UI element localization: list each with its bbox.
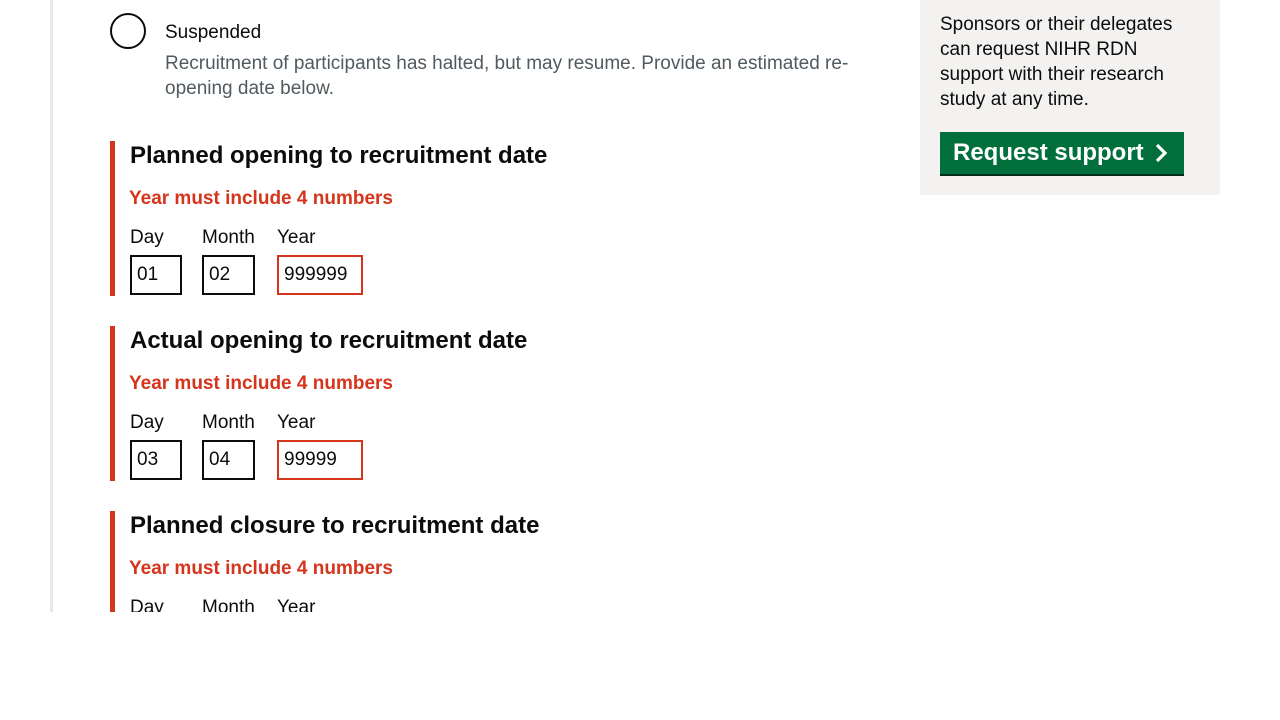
planned-opening-year-input[interactable] bbox=[277, 255, 363, 295]
main-content: Suspended Recruitment of participants ha… bbox=[110, 0, 870, 612]
chevron-right-icon bbox=[1155, 144, 1167, 162]
actual-opening-year-item: Year bbox=[277, 412, 363, 480]
left-border-rule bbox=[50, 0, 53, 612]
actual-opening-date-legend: Actual opening to recruitment date bbox=[130, 327, 528, 354]
support-sidebar: Sponsors or their delegates can request … bbox=[920, 0, 1220, 195]
actual-opening-month-item: Month bbox=[202, 412, 255, 480]
page: Suspended Recruitment of participants ha… bbox=[0, 0, 1280, 720]
planned-closure-month-label: Month bbox=[202, 597, 255, 612]
actual-opening-day-item: Day bbox=[130, 412, 182, 480]
planned-opening-day-item: Day bbox=[130, 227, 182, 295]
actual-opening-month-input[interactable] bbox=[202, 440, 255, 480]
planned-opening-year-item: Year bbox=[277, 227, 363, 295]
actual-opening-year-input[interactable] bbox=[277, 440, 363, 480]
actual-opening-date-error: Year must include 4 numbers bbox=[129, 373, 393, 394]
actual-opening-date-fieldset: Actual opening to recruitment date Year … bbox=[110, 326, 810, 481]
actual-opening-year-label: Year bbox=[277, 412, 316, 433]
planned-closure-date-fieldset: Planned closure to recruitment date Year… bbox=[110, 511, 810, 612]
actual-opening-month-label: Month bbox=[202, 412, 255, 433]
actual-opening-day-input[interactable] bbox=[130, 440, 182, 480]
planned-opening-year-label: Year bbox=[277, 227, 316, 248]
planned-opening-day-input[interactable] bbox=[130, 255, 182, 295]
planned-closure-day-label: Day bbox=[130, 597, 164, 612]
planned-opening-date-legend: Planned opening to recruitment date bbox=[130, 142, 548, 169]
planned-opening-month-label: Month bbox=[202, 227, 255, 248]
planned-closure-date-error: Year must include 4 numbers bbox=[129, 558, 393, 579]
planned-opening-date-error: Year must include 4 numbers bbox=[129, 188, 393, 209]
request-support-label: Request support bbox=[953, 139, 1144, 166]
radio-label-suspended[interactable]: Suspended bbox=[165, 22, 261, 44]
planned-closure-year-item: Year bbox=[277, 597, 315, 612]
sidebar-text: Sponsors or their delegates can request … bbox=[940, 14, 1173, 110]
planned-opening-month-input[interactable] bbox=[202, 255, 255, 295]
radio-hint-suspended: Recruitment of participants has halted, … bbox=[165, 53, 849, 99]
radio-suspended[interactable] bbox=[110, 13, 146, 49]
planned-opening-month-item: Month bbox=[202, 227, 255, 295]
planned-closure-day-item: Day bbox=[130, 597, 164, 612]
planned-opening-date-fieldset: Planned opening to recruitment date Year… bbox=[110, 141, 810, 296]
planned-closure-date-legend: Planned closure to recruitment date bbox=[130, 512, 540, 539]
request-support-button[interactable]: Request support bbox=[940, 132, 1184, 174]
planned-closure-year-label: Year bbox=[277, 597, 316, 612]
planned-opening-day-label: Day bbox=[130, 227, 164, 248]
planned-closure-month-item: Month bbox=[202, 597, 255, 612]
actual-opening-day-label: Day bbox=[130, 412, 164, 433]
